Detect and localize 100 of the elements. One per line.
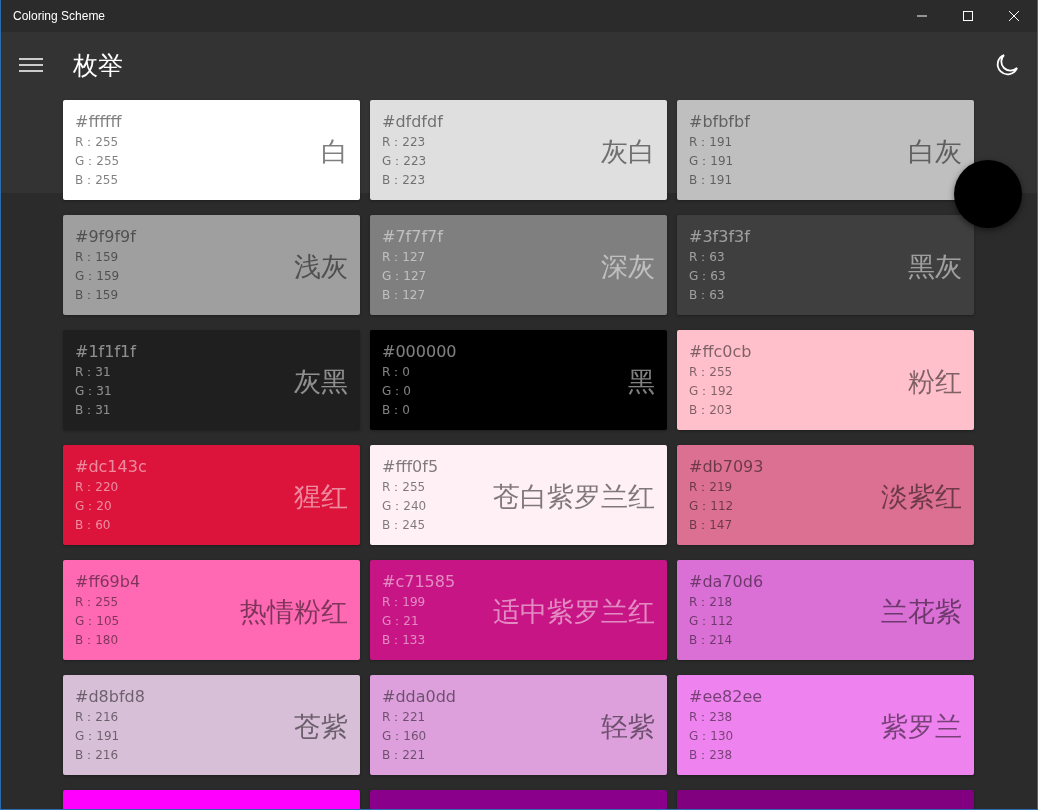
hex-code: #7f7f7f: [382, 226, 443, 248]
rgb-value: R：216: [75, 709, 120, 726]
rgb-value: R：255: [75, 134, 120, 151]
color-card[interactable]: #7f7f7f R：127 G：127 B：127 深灰: [370, 215, 667, 315]
rgb-value: B：223: [382, 172, 427, 189]
rgb-value: B：245: [382, 517, 427, 534]
rgb-value: B：191: [689, 172, 734, 189]
color-card[interactable]: #9f9f9f R：159 G：159 B：159 浅灰: [63, 215, 360, 315]
color-name: 粉红: [908, 364, 962, 399]
rgb-value: G：191: [689, 153, 735, 170]
color-name: 苍白紫罗兰红: [493, 479, 655, 514]
rgb-value: R：255: [75, 594, 120, 611]
color-card[interactable]: #bfbfbf R：191 G：191 B：191 白灰: [677, 100, 974, 200]
hex-code: #da70d6: [689, 571, 764, 593]
rgb-value: B：216: [75, 747, 120, 764]
rgb-value: B：0: [382, 402, 411, 419]
rgb-value: G：255: [75, 153, 121, 170]
close-icon: [1009, 11, 1019, 21]
rgb-value: G：191: [75, 728, 121, 745]
color-card[interactable]: #3f3f3f R：63 G：63 B：63 黑灰: [677, 215, 974, 315]
color-name: 深灰: [601, 249, 655, 284]
color-card[interactable]: #ffc0cb R：255 G：192 B：203 粉红: [677, 330, 974, 430]
color-name: 轻紫: [601, 709, 655, 744]
rgb-value: G：192: [689, 383, 735, 400]
color-name: 适中紫罗兰红: [493, 594, 655, 629]
rgb-value: G：20: [75, 498, 113, 515]
rgb-value: R：159: [75, 249, 120, 266]
moon-icon: [995, 53, 1019, 77]
rgb-value: B：203: [689, 402, 734, 419]
rgb-value: B：133: [382, 632, 427, 649]
hex-code: #dfdfdf: [382, 111, 443, 133]
color-name: 灰白: [601, 134, 655, 169]
color-name: 兰花紫: [881, 594, 962, 629]
color-card[interactable]: #dc143c R：220 G：20 B：60 猩红: [63, 445, 360, 545]
rgb-value: B：147: [689, 517, 734, 534]
color-card[interactable]: #d8bfd8 R：216 G：191 B：216 苍紫: [63, 675, 360, 775]
color-card[interactable]: #da70d6 R：218 G：112 B：214 兰花紫: [677, 560, 974, 660]
hex-code: #3f3f3f: [689, 226, 750, 248]
color-card[interactable]: #fff0f5 R：255 G：240 B：245 苍白紫罗兰红: [370, 445, 667, 545]
hex-code: #dda0dd: [382, 686, 456, 708]
rgb-value: B：60: [75, 517, 112, 534]
color-card[interactable]: #c71585 R：199 G：21 B：133 适中紫罗兰红: [370, 560, 667, 660]
color-card[interactable]: #dda0dd R：221 G：160 B：221 轻紫: [370, 675, 667, 775]
rgb-value: B：214: [689, 632, 734, 649]
color-name: 浅灰: [294, 249, 348, 284]
color-name: 热情粉红: [240, 594, 348, 629]
rgb-value: R：127: [382, 249, 427, 266]
rgb-value: R：223: [382, 134, 427, 151]
color-name: 黑灰: [908, 249, 962, 284]
rgb-value: G：127: [382, 268, 428, 285]
color-card[interactable]: #1f1f1f R：31 G：31 B：31 灰黑: [63, 330, 360, 430]
color-name: 苍紫: [294, 709, 348, 744]
hex-code: #bfbfbf: [689, 111, 750, 133]
rgb-value: G：160: [382, 728, 428, 745]
color-name: 黑: [628, 364, 655, 399]
color-card[interactable]: #000000 R：0 G：0 B：0 黑: [370, 330, 667, 430]
rgb-value: B：238: [689, 747, 734, 764]
rgb-value: R：238: [689, 709, 734, 726]
rgb-value: R：0: [382, 364, 411, 381]
color-card[interactable]: #db7093 R：219 G：112 B：147 淡紫红: [677, 445, 974, 545]
rgb-value: R：219: [689, 479, 734, 496]
color-card[interactable]: #ffffff R：255 G：255 B：255 白: [63, 100, 360, 200]
rgb-value: R：218: [689, 594, 734, 611]
theme-toggle-button[interactable]: [995, 53, 1019, 77]
rgb-value: R：220: [75, 479, 120, 496]
rgb-value: G：21: [382, 613, 420, 630]
color-name: 淡紫红: [881, 479, 962, 514]
hex-code: #9f9f9f: [75, 226, 136, 248]
color-name: 灰黑: [294, 364, 348, 399]
rgb-value: G：112: [689, 498, 735, 515]
hex-code: #d8bfd8: [75, 686, 145, 708]
color-name: 白: [321, 134, 348, 169]
rgb-value: G：112: [689, 613, 735, 630]
rgb-value: R：191: [689, 134, 734, 151]
hex-code: #c71585: [382, 571, 456, 593]
hex-code: #ffc0cb: [689, 341, 752, 363]
rgb-value: G：159: [75, 268, 121, 285]
color-card[interactable]: #dfdfdf R：223 G：223 B：223 灰白: [370, 100, 667, 200]
color-card[interactable]: #ff69b4 R：255 G：105 B：180 热情粉红: [63, 560, 360, 660]
rgb-value: G：240: [382, 498, 428, 515]
rgb-value: B：221: [382, 747, 427, 764]
hex-code: #fff0f5: [382, 456, 439, 478]
hex-code: #1f1f1f: [75, 341, 136, 363]
rgb-value: B：180: [75, 632, 120, 649]
maximize-icon: [963, 11, 973, 21]
rgb-value: B：31: [75, 402, 112, 419]
color-name: 白灰: [908, 134, 962, 169]
hex-code: #ff69b4: [75, 571, 141, 593]
page-title: 枚举: [73, 49, 124, 82]
rgb-value: R：199: [382, 594, 427, 611]
rgb-value: R：255: [689, 364, 734, 381]
color-card[interactable]: #ee82ee R：238 G：130 B：238 紫罗兰: [677, 675, 974, 775]
rgb-value: R：31: [75, 364, 112, 381]
menu-button[interactable]: [19, 58, 43, 72]
hex-code: #ffffff: [75, 111, 122, 133]
color-name: 猩红: [294, 479, 348, 514]
rgb-value: G：105: [75, 613, 121, 630]
hex-code: #dc143c: [75, 456, 147, 478]
rgb-value: R：63: [689, 249, 726, 266]
rgb-value: G：130: [689, 728, 735, 745]
